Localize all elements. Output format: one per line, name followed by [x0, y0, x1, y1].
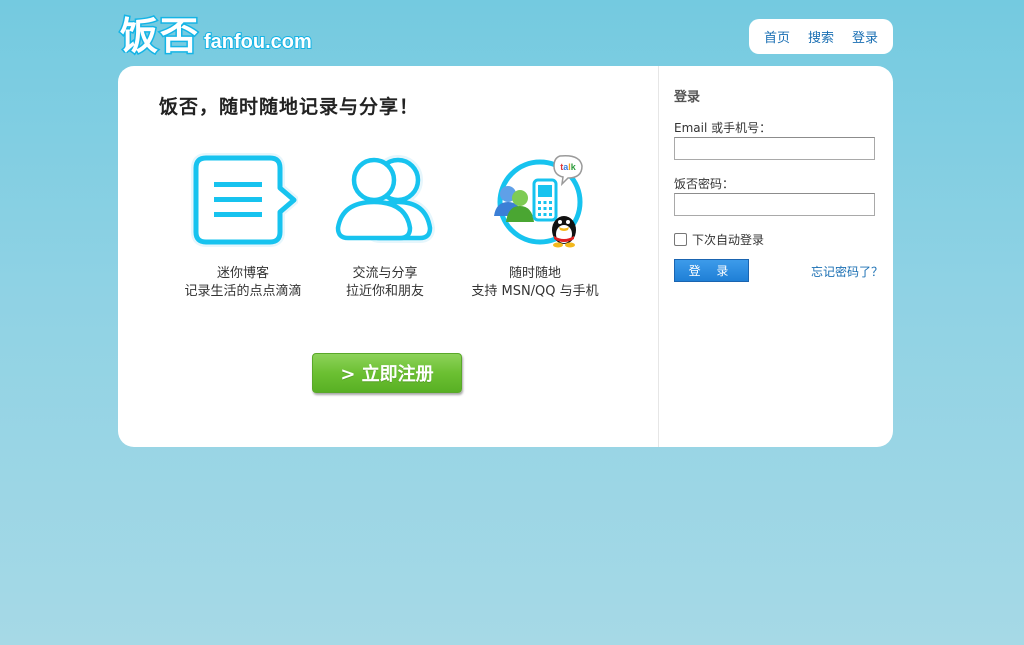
- site-logo[interactable]: 饭否 fanfou.com: [118, 8, 313, 60]
- email-label: Email 或手机号：: [674, 121, 772, 135]
- logo-domain: fanfou.com: [203, 30, 313, 54]
- password-label: 饭否密码：: [674, 177, 735, 191]
- feature-title: 随时随地: [508, 266, 561, 281]
- remember-checkbox[interactable]: [674, 233, 687, 246]
- register-button[interactable]: > 立即注册: [312, 353, 462, 393]
- divider: [658, 66, 659, 447]
- svg-text:talk: talk: [560, 162, 577, 172]
- forgot-password-link[interactable]: 忘记密码了？: [811, 263, 883, 280]
- feature-share: 交流与分享 拉近你和朋友: [300, 150, 470, 301]
- remember-me[interactable]: 下次自动登录: [674, 231, 764, 248]
- main-card: 饭否，随时随地记录与分享！ 迷你博客 记录生活的点点滴滴 交流与分享 拉近你和朋…: [118, 66, 893, 447]
- login-submit-button[interactable]: 登 录: [674, 259, 749, 282]
- mobile-im-icon: talk: [480, 150, 590, 250]
- email-field[interactable]: [674, 137, 875, 160]
- feature-mobile: talk 随时随地 支持 MSN/QQ 与手机: [450, 150, 620, 301]
- nav-home-link[interactable]: 首页: [764, 27, 790, 46]
- remember-label: 下次自动登录: [692, 233, 765, 247]
- nav-login-link[interactable]: 登录: [852, 27, 878, 46]
- top-nav: 首页 搜索 登录: [749, 19, 893, 54]
- logo-chinese: 饭否: [118, 13, 201, 60]
- feature-title: 交流与分享: [352, 266, 418, 281]
- friends-icon: [330, 150, 440, 250]
- password-field[interactable]: [674, 193, 875, 216]
- nav-search-link[interactable]: 搜索: [808, 27, 834, 46]
- feature-desc: 拉近你和朋友: [345, 284, 424, 299]
- speech-bubble-icon: [188, 150, 299, 250]
- feature-desc: 支持 MSN/QQ 与手机: [471, 284, 599, 299]
- login-title: 登录: [674, 90, 701, 105]
- page-slogan: 饭否，随时随地记录与分享！: [159, 96, 420, 118]
